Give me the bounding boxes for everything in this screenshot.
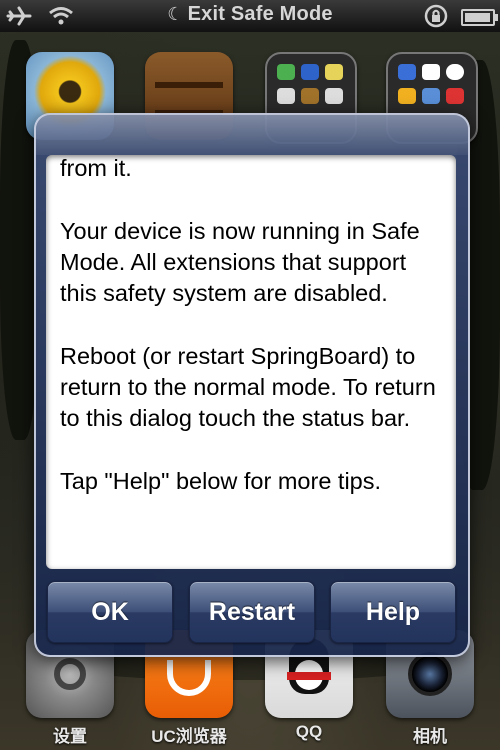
message-paragraph: from it. (60, 155, 132, 181)
folder-mini-app (301, 64, 319, 80)
folder-mini-app (422, 88, 440, 104)
message-paragraph: Your device is now running in Safe Mode.… (60, 217, 420, 307)
dock-label-uc-browser: UC浏览器 (151, 727, 227, 746)
folder-mini-app (301, 88, 319, 104)
help-button[interactable]: Help (330, 581, 456, 643)
alert-message: from it. Your device is now running in S… (60, 155, 440, 529)
shelf-line (155, 82, 223, 88)
folder-mini-app (398, 88, 416, 104)
message-paragraph: Reboot (or restart SpringBoard) to retur… (60, 342, 436, 432)
ok-button[interactable]: OK (47, 581, 173, 643)
status-bar[interactable]: ☾ Exit Safe Mode (0, 0, 500, 32)
folder-mini-app (325, 88, 343, 104)
dialog-gloss (36, 115, 468, 155)
gear-center (54, 658, 86, 690)
dock-label-camera: 相机 (413, 727, 447, 746)
battery-icon (461, 9, 498, 26)
folder-mini-app (446, 64, 464, 80)
dock-label-settings: 设置 (53, 727, 87, 746)
folder-mini-app (446, 88, 464, 104)
status-title-text: Exit Safe Mode (187, 3, 333, 25)
message-paragraph: Tap "Help" below for more tips. (60, 467, 382, 494)
folder-mini-app (422, 64, 440, 80)
restart-button[interactable]: Restart (189, 581, 315, 643)
folder-mini-app (277, 64, 295, 80)
uc-logo (167, 660, 211, 696)
folder-mini-app (277, 88, 295, 104)
rotation-lock-icon (424, 4, 448, 28)
moon-icon: ☾ (167, 4, 184, 24)
alert-message-scrollview[interactable]: from it. Your device is now running in S… (46, 155, 456, 569)
penguin-scarf (287, 672, 331, 680)
safe-mode-alert: from it. Your device is now running in S… (34, 113, 470, 657)
folder-mini-app (398, 64, 416, 80)
dock-label-qq: QQ (295, 722, 323, 741)
camera-lens (408, 652, 452, 696)
folder-mini-app (325, 64, 343, 80)
